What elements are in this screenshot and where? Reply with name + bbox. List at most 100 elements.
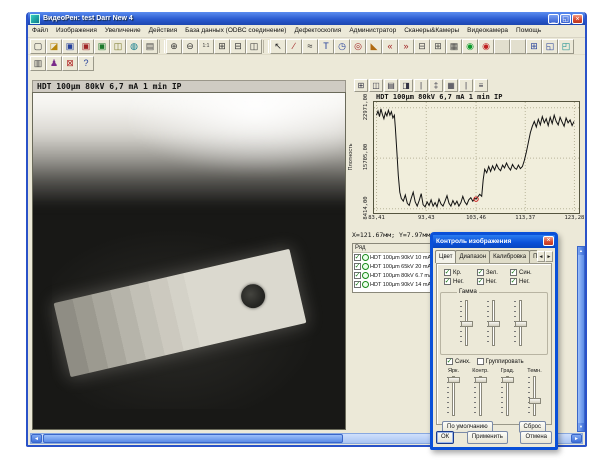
grid-windows-button[interactable]: ⊞ <box>526 39 542 54</box>
marker-toggle-button[interactable]: | <box>459 79 473 92</box>
gamma-slider-1[interactable] <box>484 299 504 347</box>
expand-box-button[interactable]: ⊞ <box>430 39 446 54</box>
scroll-down-arrow[interactable]: ▼ <box>578 423 584 431</box>
save-all-button[interactable]: ▣ <box>94 39 110 54</box>
menu-item-4[interactable]: База данных (ODBC соединение) <box>181 25 290 37</box>
tile-horizontal-button[interactable]: ⊟ <box>230 39 246 54</box>
group[interactable]: Группировать <box>477 358 524 365</box>
tile-view-button[interactable]: ⊞ <box>354 79 368 92</box>
roi-circle-button[interactable]: ◎ <box>350 39 366 54</box>
pan-right-button[interactable]: » <box>398 39 414 54</box>
matrix-table-button[interactable]: ▦ <box>446 39 462 54</box>
menu-item-1[interactable]: Изображения <box>52 25 101 37</box>
save-as-button[interactable]: ▣ <box>78 39 94 54</box>
menu-item-0[interactable]: Файл <box>28 25 52 37</box>
gamma-slider-0[interactable] <box>457 299 477 347</box>
capture-window-button[interactable]: ◰ <box>558 39 574 54</box>
series-list-header[interactable]: Ряд <box>353 244 430 253</box>
apply-button[interactable]: Применить <box>467 431 508 444</box>
dialog-close-icon[interactable]: × <box>543 236 554 246</box>
overlay-view-button[interactable]: ◫ <box>369 79 383 92</box>
profile-plot[interactable] <box>373 101 580 214</box>
palette-green-button[interactable]: ◉ <box>462 39 478 54</box>
series-checkbox[interactable] <box>354 263 361 270</box>
series-row-2[interactable]: HDT 100µm 80kV 6.7 mA <box>353 271 430 280</box>
menu-item-8[interactable]: Видеокамера <box>463 25 512 37</box>
user-session-button[interactable]: ♟ <box>46 56 62 71</box>
tab-scroll-right-icon[interactable]: ► <box>545 251 553 262</box>
slider-thumb[interactable] <box>529 398 541 404</box>
copy-chart-button[interactable]: ▤ <box>384 79 398 92</box>
text-tool-button[interactable]: T <box>318 39 334 54</box>
series-row-0[interactable]: HDT 100µm 90kV 10 mA <box>353 253 430 262</box>
adjust-slider-1[interactable] <box>471 375 491 417</box>
scroll-up-arrow[interactable]: ▲ <box>578 247 584 255</box>
scroll-left-arrow[interactable]: ◄ <box>31 434 42 443</box>
tab-1[interactable]: Диапазон <box>455 250 490 263</box>
menu-item-9[interactable]: Помощь <box>512 25 545 37</box>
menu-item-7[interactable]: Сканеры&Камеры <box>400 25 463 37</box>
palette-red-button[interactable]: ◉ <box>478 39 494 54</box>
blank-disabled-2-button[interactable] <box>510 39 526 54</box>
horizontal-scroll-thumb[interactable] <box>43 434 343 443</box>
series-checkbox[interactable] <box>354 272 361 279</box>
cancel-button[interactable]: Отмена <box>520 431 552 444</box>
restore-button[interactable]: ◱ <box>560 14 571 24</box>
tab-3[interactable]: Плотность <box>529 250 537 263</box>
histogram-button[interactable]: ◣ <box>366 39 382 54</box>
menu-item-2[interactable]: Увеличение <box>101 25 145 37</box>
collapse-box-button[interactable]: ⊟ <box>414 39 430 54</box>
help-button[interactable]: ? <box>78 56 94 71</box>
zoom-in-button[interactable]: ⊕ <box>166 39 182 54</box>
tab-2[interactable]: Калибровка <box>489 250 530 263</box>
new-document-button[interactable]: ▢ <box>30 39 46 54</box>
zoom-actual-button[interactable]: 1:1 <box>198 39 214 54</box>
slider-thumb[interactable] <box>448 377 460 383</box>
title-bar[interactable]: ВидеоРен: test Darr New 4 _ ◱ × <box>28 12 585 25</box>
negative-1-checkbox[interactable] <box>477 278 484 285</box>
channel-0[interactable]: Кр. <box>444 269 477 276</box>
minimize-button[interactable]: _ <box>548 14 559 24</box>
zoom-out-button[interactable]: ⊖ <box>182 39 198 54</box>
menu-item-5[interactable]: Дефектоскопия <box>290 25 345 37</box>
negative-1[interactable]: Нег. <box>477 278 510 285</box>
negative-0-checkbox[interactable] <box>444 278 451 285</box>
adjust-slider-3[interactable] <box>525 375 545 417</box>
pan-left-button[interactable]: « <box>382 39 398 54</box>
menu-item-6[interactable]: Администратор <box>345 25 400 37</box>
fit-image-button[interactable]: ⊞ <box>214 39 230 54</box>
channel-2-checkbox[interactable] <box>510 269 517 276</box>
cross-cursor-button[interactable]: ‡ <box>429 79 443 92</box>
channel-1-checkbox[interactable] <box>477 269 484 276</box>
report-preview-button[interactable]: ▥ <box>30 56 46 71</box>
print-button[interactable]: ▤ <box>142 39 158 54</box>
negative-2[interactable]: Нег. <box>510 278 543 285</box>
dialog-title-bar[interactable]: Контроль изображения <box>433 235 555 248</box>
ok-button[interactable]: ОК <box>436 431 454 444</box>
group-checkbox[interactable] <box>477 358 484 365</box>
series-list[interactable]: Ряд HDT 100µm 90kV 10 mAHDT 100µm 65kV 2… <box>352 243 431 293</box>
adjust-slider-2[interactable] <box>498 375 518 417</box>
pointer-select-button[interactable]: ↖ <box>270 39 286 54</box>
scroll-right-arrow[interactable]: ► <box>571 434 582 443</box>
sync[interactable]: Синх. <box>446 358 471 365</box>
series-checkbox[interactable] <box>354 281 361 288</box>
export-folder-button[interactable]: ◫ <box>110 39 126 54</box>
tab-0[interactable]: Цвет <box>435 250 456 263</box>
vertical-scrollbar[interactable]: ▲ ▼ <box>577 246 585 432</box>
blank-disabled-1-button[interactable] <box>494 39 510 54</box>
gamma-slider-2[interactable] <box>511 299 531 347</box>
close-image-button[interactable]: ⊠ <box>62 56 78 71</box>
slider-thumb[interactable] <box>461 321 473 327</box>
negative-2-checkbox[interactable] <box>510 278 517 285</box>
channel-0-checkbox[interactable] <box>444 269 451 276</box>
time-clock-button[interactable]: ◷ <box>334 39 350 54</box>
slider-thumb[interactable] <box>515 321 527 327</box>
xray-image-viewer[interactable] <box>32 92 346 430</box>
slider-thumb[interactable] <box>488 321 500 327</box>
tab-scroll-left-icon[interactable]: ◄ <box>537 251 545 262</box>
channel-2[interactable]: Син. <box>510 269 543 276</box>
series-checkbox[interactable] <box>354 254 361 261</box>
open-folder-button[interactable]: ◪ <box>46 39 62 54</box>
draw-line-button[interactable]: ∕ <box>286 39 302 54</box>
